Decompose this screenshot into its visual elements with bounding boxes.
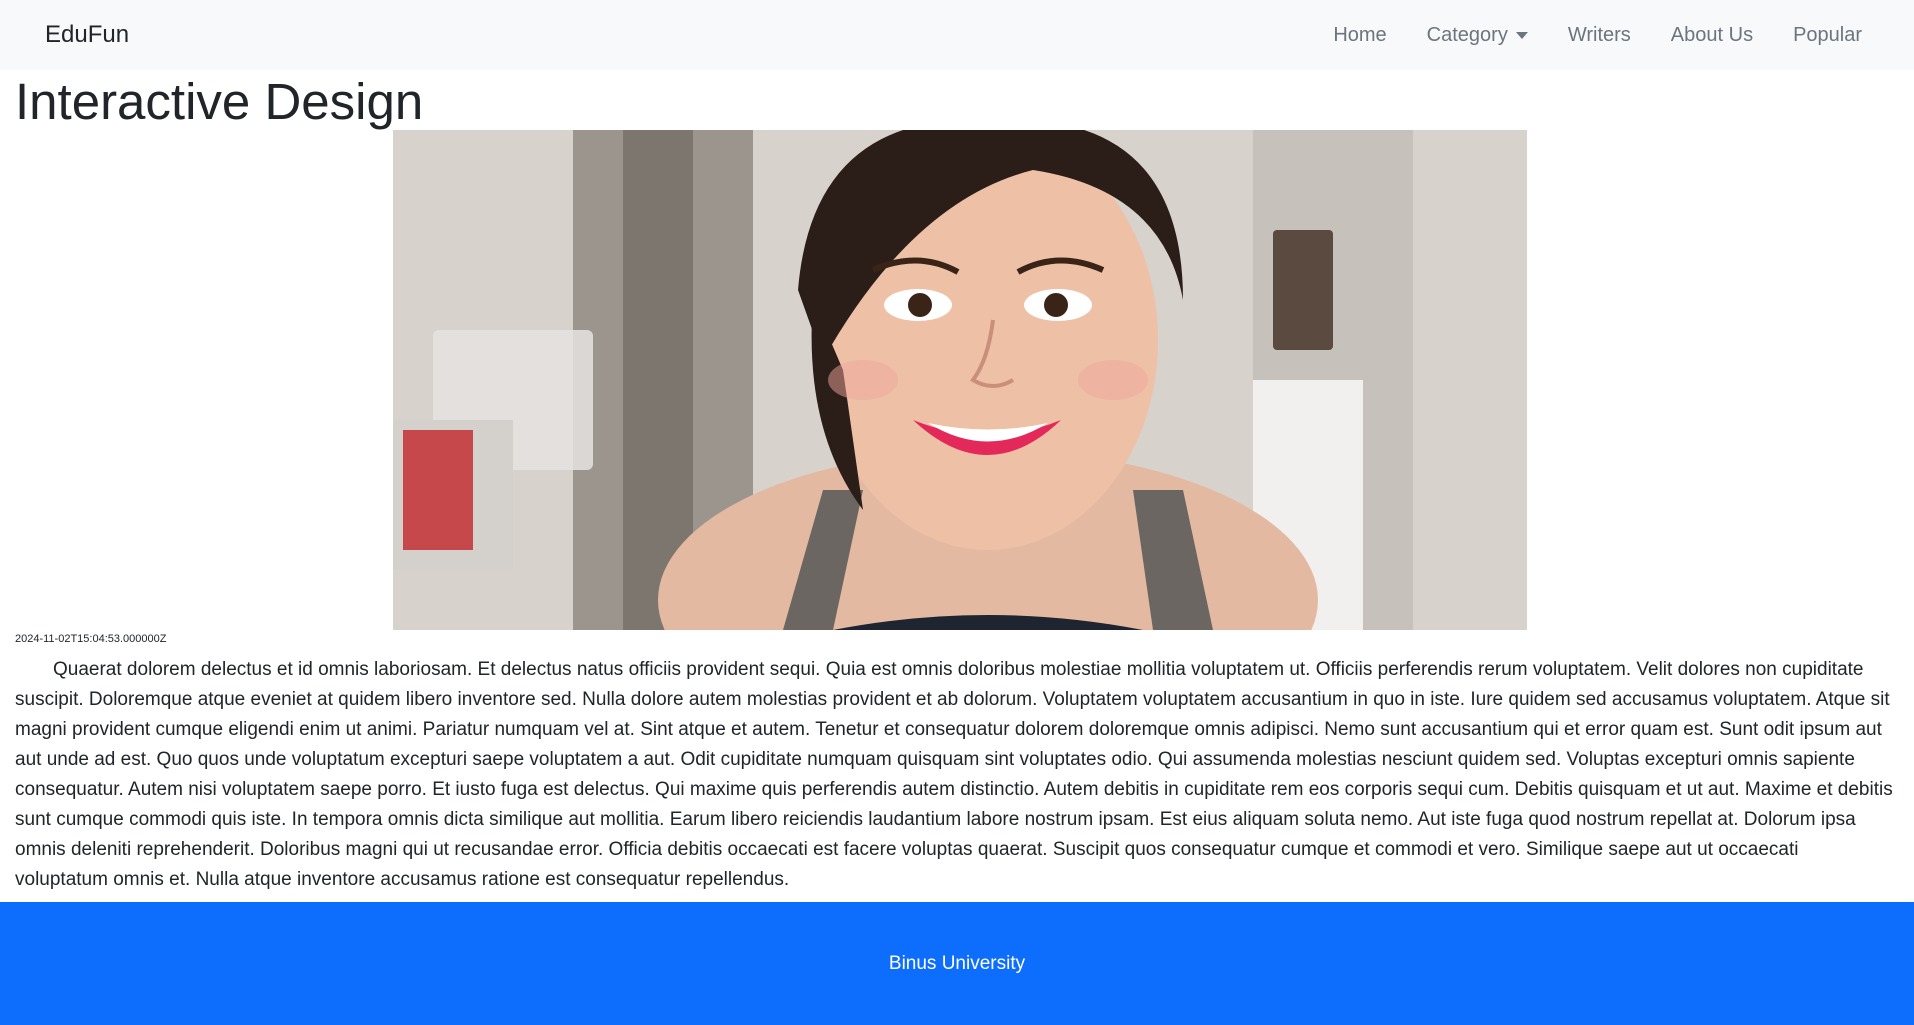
footer: Binus University [0,902,1914,1025]
article-timestamp: 2024-11-02T15:04:53.000000Z [15,633,167,645]
navbar: EduFun Home Category Writers About Us Po… [0,0,1914,70]
footer-text: Binus University [888,952,1026,974]
nav-link-popular[interactable]: Popular [1773,24,1882,47]
nav-link-home[interactable]: Home [1313,24,1406,47]
nav-link-about-us[interactable]: About Us [1651,24,1773,47]
article-image [393,130,1527,630]
nav-link-writers[interactable]: Writers [1548,24,1651,47]
article-body: Quaerat dolorem delectus et id omnis lab… [15,659,1893,890]
brand-link[interactable]: EduFun [45,21,129,49]
caret-down-icon [1515,31,1528,39]
article-title: Interactive Design [15,73,424,130]
nav-dropdown-category-label: Category [1426,23,1508,46]
nav-links: Home Category Writers About Us Popular [1313,24,1882,47]
portrait-photo [393,130,1527,630]
nav-dropdown-category[interactable]: Category [1407,24,1548,47]
